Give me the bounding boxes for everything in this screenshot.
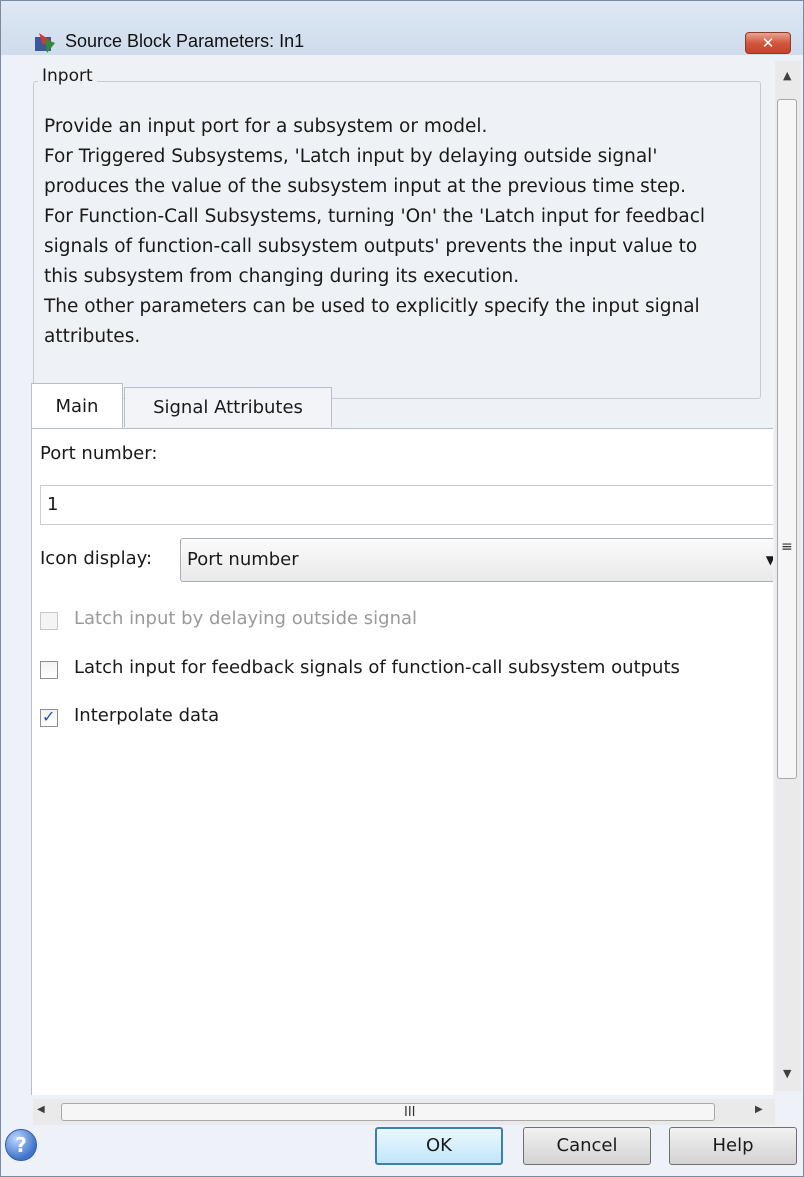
vertical-scrollbar[interactable]: ▲ ≡ ▼ — [775, 61, 801, 1091]
description-line: For Triggered Subsystems, 'Latch input b… — [44, 146, 658, 167]
description-line: signals of function-call subsystem outpu… — [44, 236, 698, 257]
dialog-content: Inport Provide an input port for a subsy… — [31, 55, 773, 1095]
cancel-button[interactable]: Cancel — [523, 1127, 651, 1165]
description-line: Provide an input port for a subsystem or… — [44, 116, 488, 137]
main-tab-panel: Port number: 1 Icon display: Port number… — [31, 428, 773, 1095]
horizontal-scroll-thumb[interactable]: III — [61, 1103, 715, 1121]
window-title: Source Block Parameters: In1 — [65, 31, 305, 51]
horizontal-scrollbar[interactable]: ◀ III ▶ — [33, 1099, 775, 1125]
title-bar: Source Block Parameters: In1 ✕ — [1, 1, 803, 55]
scroll-down-icon[interactable]: ▼ — [783, 1067, 791, 1080]
latch-delay-checkbox — [40, 612, 58, 630]
description-line: The other parameters can be used to expl… — [44, 296, 700, 317]
description-line: this subsystem from changing during its … — [44, 266, 520, 287]
interpolate-data-checkbox[interactable]: ✓ — [40, 707, 58, 727]
scroll-up-icon[interactable]: ▲ — [783, 69, 791, 82]
vertical-scroll-thumb[interactable] — [777, 99, 797, 779]
interpolate-data-label[interactable]: Interpolate data — [74, 705, 219, 726]
tab-main[interactable]: Main — [31, 383, 123, 429]
group-label: Inport — [38, 66, 97, 86]
help-button[interactable]: Help — [669, 1127, 797, 1165]
dialog-window: Source Block Parameters: In1 ✕ Inport Pr… — [0, 0, 804, 1177]
icon-display-label: Icon display: — [40, 548, 153, 569]
icon-display-value: Port number — [187, 549, 299, 570]
scroll-right-icon[interactable]: ▶ — [755, 1104, 763, 1115]
latch-delay-label: Latch input by delaying outside signal — [74, 608, 418, 629]
ok-button[interactable]: OK — [375, 1127, 503, 1165]
description-line: attributes. — [44, 326, 141, 347]
simulink-app-icon — [35, 33, 55, 53]
scroll-left-icon[interactable]: ◀ — [37, 1104, 45, 1115]
port-number-input[interactable]: 1 — [40, 485, 773, 525]
help-icon[interactable]: ? — [5, 1129, 37, 1161]
check-icon: ✓ — [42, 707, 56, 726]
tab-signal-attributes[interactable]: Signal Attributes — [124, 387, 332, 427]
port-number-label: Port number: — [40, 443, 158, 464]
icon-display-select[interactable]: Port number ▼ — [180, 538, 773, 582]
inport-groupbox: Inport Provide an input port for a subsy… — [33, 66, 761, 399]
scroll-grip-icon: III — [404, 1105, 416, 1120]
description-line: produces the value of the subsystem inpu… — [44, 176, 687, 197]
description-line: For Function-Call Subsystems, turning 'O… — [44, 206, 706, 227]
chevron-down-icon: ▼ — [765, 553, 773, 567]
close-button[interactable]: ✕ — [745, 32, 791, 54]
latch-feedback-checkbox[interactable] — [40, 661, 58, 679]
scroll-grip-icon: ≡ — [781, 539, 793, 555]
latch-feedback-label[interactable]: Latch input for feedback signals of func… — [74, 657, 680, 678]
